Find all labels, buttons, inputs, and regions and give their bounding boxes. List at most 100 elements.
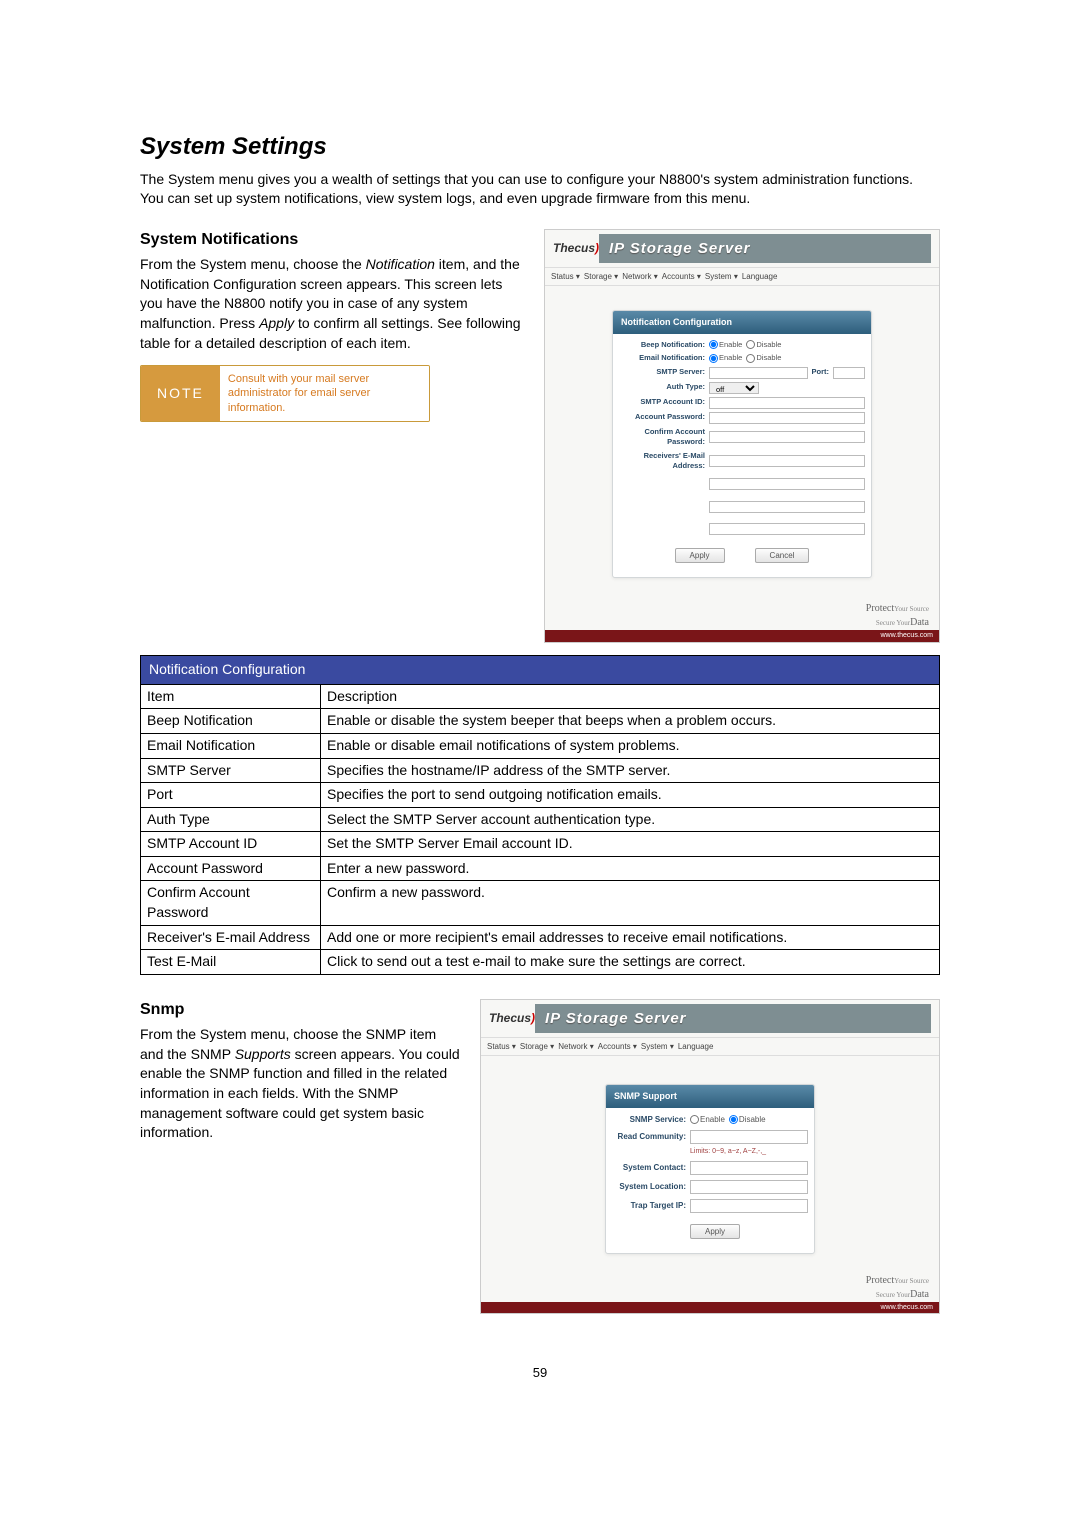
nav-bar: Status ▾ Storage ▾ Network ▾ Accounts ▾ … (545, 268, 939, 286)
page-number: 59 (140, 1364, 940, 1382)
table-row: Account Password (141, 856, 321, 881)
nav-accounts[interactable]: Accounts ▾ (662, 271, 701, 282)
apply-button[interactable]: Apply (690, 1224, 740, 1239)
cancel-button[interactable]: Cancel (755, 548, 810, 563)
table-row: Auth Type (141, 807, 321, 832)
notifications-title: System Notifications (140, 229, 524, 251)
beep-label: Beep Notification: (619, 340, 709, 351)
table-row: Add one or more recipient's email addres… (321, 925, 940, 950)
nav-status[interactable]: Status ▾ (551, 271, 580, 282)
email-disable-radio[interactable]: Disable (746, 353, 781, 364)
section-heading: System Settings (140, 130, 940, 164)
banner-title: IP Storage Server (535, 1004, 931, 1033)
table-row: SMTP Account ID (141, 832, 321, 857)
table-row: Beep Notification (141, 709, 321, 734)
table-row: SMTP Server (141, 758, 321, 783)
table-row: Email Notification (141, 733, 321, 758)
beep-enable-radio[interactable]: Enable (709, 340, 742, 351)
auth-select[interactable]: off (709, 382, 759, 394)
table-row: Port (141, 783, 321, 808)
trap-label: Trap Target IP: (612, 1200, 690, 1211)
nav-language[interactable]: Language (678, 1041, 714, 1052)
nav-accounts[interactable]: Accounts ▾ (598, 1041, 637, 1052)
nav-storage[interactable]: Storage ▾ (584, 271, 618, 282)
table-row: Click to send out a test e-mail to make … (321, 950, 940, 975)
nav-status[interactable]: Status ▾ (487, 1041, 516, 1052)
table-row: Set the SMTP Server Email account ID. (321, 832, 940, 857)
nav-network[interactable]: Network ▾ (558, 1041, 594, 1052)
notifications-paragraph: From the System menu, choose the Notific… (140, 255, 524, 353)
table-row: Specifies the port to send outgoing noti… (321, 783, 940, 808)
snmp-title: Snmp (140, 999, 460, 1021)
port-input[interactable] (833, 367, 865, 379)
nav-storage[interactable]: Storage ▾ (520, 1041, 554, 1052)
port-label: Port: (812, 367, 830, 378)
snmp-screenshot-panel: Thecus) IP Storage Server Status ▾ Stora… (480, 999, 940, 1315)
beep-disable-radio[interactable]: Disable (746, 340, 781, 351)
form-title: SNMP Support (606, 1085, 814, 1108)
brand-logo: Thecus) (489, 1010, 535, 1027)
nav-language[interactable]: Language (742, 271, 778, 282)
snmp-form-card: SNMP Support SNMP Service: Enable Disabl… (605, 1084, 815, 1254)
note-box: NOTE Consult with your mail server admin… (140, 365, 430, 422)
acct-label: SMTP Account ID: (619, 397, 709, 408)
screenshot-footer: ProtectYour Source Secure YourData (481, 1268, 939, 1302)
brand-logo: Thecus) (553, 240, 599, 257)
nav-system[interactable]: System ▾ (705, 271, 738, 282)
trap-input[interactable] (690, 1199, 808, 1213)
recv-input-2[interactable] (709, 478, 865, 490)
recv-input-3[interactable] (709, 501, 865, 513)
smtp-input[interactable] (709, 367, 808, 379)
table-row: Select the SMTP Server account authentic… (321, 807, 940, 832)
table-row: Confirm Account Password (141, 881, 321, 925)
location-input[interactable] (690, 1180, 808, 1194)
pwd-input[interactable] (709, 412, 865, 424)
table-row: Test E-Mail (141, 950, 321, 975)
smtp-label: SMTP Server: (619, 367, 709, 378)
service-disable-radio[interactable]: Disable (729, 1114, 766, 1125)
intro-paragraph: The System menu gives you a wealth of se… (140, 170, 940, 209)
notification-config-table: Notification Configuration Item Descript… (140, 655, 940, 975)
notification-form-card: Notification Configuration Beep Notifica… (612, 310, 872, 578)
table-row: Enter a new password. (321, 856, 940, 881)
contact-label: System Contact: (612, 1162, 690, 1173)
acct-input[interactable] (709, 397, 865, 409)
table-col1-header: Item (141, 684, 321, 709)
banner-title: IP Storage Server (599, 234, 931, 263)
nav-network[interactable]: Network ▾ (622, 271, 658, 282)
apply-button[interactable]: Apply (675, 548, 725, 563)
confpwd-label: Confirm Account Password: (619, 427, 709, 448)
form-title: Notification Configuration (613, 311, 871, 334)
community-label: Read Community: (612, 1131, 690, 1142)
service-label: SNMP Service: (612, 1114, 690, 1125)
contact-input[interactable] (690, 1161, 808, 1175)
notification-screenshot-panel: Thecus) IP Storage Server Status ▾ Stora… (544, 229, 940, 643)
table-col2-header: Description (321, 684, 940, 709)
snmp-paragraph: From the System menu, choose the SNMP it… (140, 1025, 460, 1143)
auth-label: Auth Type: (619, 382, 709, 393)
screenshot-footbar: www.thecus.com (481, 1302, 939, 1314)
recv-label: Receivers' E-Mail Address: (619, 451, 709, 472)
table-row: Receiver's E-mail Address (141, 925, 321, 950)
community-input[interactable] (690, 1130, 808, 1144)
table-row: Confirm a new password. (321, 881, 940, 925)
snmp-text-block: Snmp From the System menu, choose the SN… (140, 999, 460, 1143)
note-text: Consult with your mail server administra… (220, 366, 429, 421)
table-title: Notification Configuration (141, 656, 940, 685)
recv-input-1[interactable] (709, 455, 865, 467)
nav-system[interactable]: System ▾ (641, 1041, 674, 1052)
screenshot-footer: ProtectYour Source Secure YourData (545, 596, 939, 630)
table-row: Enable or disable email notifications of… (321, 733, 940, 758)
recv-input-4[interactable] (709, 523, 865, 535)
note-tag: NOTE (141, 366, 220, 421)
screenshot-footbar: www.thecus.com (545, 630, 939, 642)
service-enable-radio[interactable]: Enable (690, 1114, 725, 1125)
community-hint: Limits: 0~9, a~z, A~Z,-,_ (690, 1147, 808, 1157)
table-row: Specifies the hostname/IP address of the… (321, 758, 940, 783)
table-row: Enable or disable the system beeper that… (321, 709, 940, 734)
confpwd-input[interactable] (709, 431, 865, 443)
email-enable-radio[interactable]: Enable (709, 353, 742, 364)
email-label: Email Notification: (619, 353, 709, 364)
notifications-text-block: System Notifications From the System men… (140, 229, 524, 422)
nav-bar: Status ▾ Storage ▾ Network ▾ Accounts ▾ … (481, 1038, 939, 1056)
